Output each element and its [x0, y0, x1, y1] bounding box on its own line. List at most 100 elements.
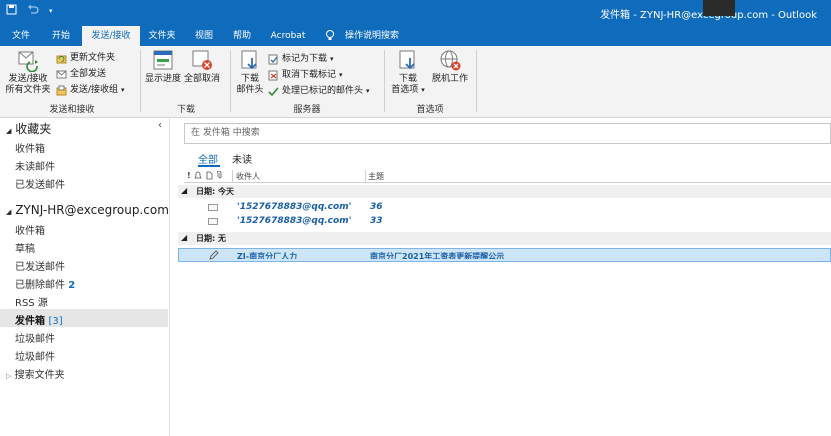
table-row[interactable]: '1527678883@qq.com' 36: [178, 200, 831, 214]
work-offline-button[interactable]: 脱机工作: [430, 48, 470, 85]
folder-rss[interactable]: RSS 源: [15, 294, 48, 309]
tab-file[interactable]: 文件: [4, 26, 38, 46]
mark-download-icon: [268, 54, 279, 65]
folder-drafts[interactable]: 草稿: [15, 240, 35, 255]
folder-outbox[interactable]: 发件箱 [3]: [15, 312, 63, 327]
reminder-column-icon[interactable]: [194, 171, 202, 182]
selected-table-row[interactable]: ZJ-南京分厂人力 南京分厂2021年工资表更新提醒公示: [178, 248, 831, 262]
folder-deleted-label: 已删除邮件: [15, 280, 65, 291]
folder-deleted[interactable]: 已删除邮件 2: [15, 276, 75, 291]
recipient-column-header[interactable]: 收件人: [236, 171, 260, 182]
mark-to-download-button[interactable]: 标记为下载 ▾: [268, 52, 334, 66]
title-bar: ▾ 发件箱 - ZYNJ-HR@excegroup.com - Outlook: [0, 0, 831, 26]
subject-column-header[interactable]: 主题: [368, 171, 384, 182]
work-offline-label: 脱机工作: [431, 74, 468, 84]
send-receive-groups-icon: [56, 85, 67, 96]
folder-sent[interactable]: 已发送邮件: [15, 258, 65, 273]
message-recipient: '1527678883@qq.com': [237, 216, 352, 226]
column-header-row: ! 收件人 主题: [184, 170, 831, 183]
favorites-header[interactable]: ◢ 收藏夹: [6, 120, 51, 137]
account-label: ZYNJ-HR@excegroup.com: [15, 203, 169, 217]
fav-sent[interactable]: 已发送邮件: [15, 176, 65, 191]
chevron-down-icon: ◢: [6, 127, 12, 135]
column-separator[interactable]: [232, 170, 233, 183]
folder-pane: ‹ ◢ 收藏夹 收件箱 未读邮件 已发送邮件 ◢ ZYNJ-HR@excegro…: [0, 118, 170, 436]
tab-acrobat[interactable]: Acrobat: [262, 26, 314, 46]
folder-search-folders[interactable]: ▷ 搜索文件夹: [6, 366, 65, 381]
tab-folder[interactable]: 文件夹: [142, 26, 182, 46]
show-progress-button[interactable]: 显示进度: [144, 48, 182, 85]
download-preferences-button[interactable]: 下载 首选项 ▾: [388, 48, 428, 96]
filter-active-indicator: [198, 165, 220, 167]
send-all-button[interactable]: 全部发送: [56, 67, 106, 81]
tab-view[interactable]: 视图: [188, 26, 220, 46]
ribbon-separator: [384, 50, 385, 112]
chevron-down-icon: ▾: [121, 86, 125, 94]
update-folder-icon: [56, 53, 67, 64]
download-headers-button[interactable]: 下载 邮件头: [234, 48, 266, 96]
folder-junk[interactable]: 垃圾邮件: [15, 330, 55, 345]
show-progress-label: 显示进度: [144, 74, 181, 84]
search-input[interactable]: 在 发件箱 中搜索: [184, 123, 831, 144]
ribbon-separator: [140, 50, 141, 112]
group-today-label: 日期: 今天: [196, 187, 234, 196]
process-marked-headers-button[interactable]: 处理已标记的邮件头 ▾: [268, 84, 370, 98]
tell-me-search[interactable]: 操作说明搜索: [340, 26, 404, 46]
chevron-down-icon: ▾: [421, 86, 425, 94]
globe-offline-icon: [438, 48, 462, 72]
mark-download-label: 标记为下载: [282, 54, 328, 64]
chevron-down-icon: ▾: [366, 87, 370, 95]
importance-column-header[interactable]: !: [187, 171, 191, 180]
favorites-label: 收藏夹: [15, 122, 52, 136]
send-receive-group-label: 发送和接收: [49, 105, 95, 115]
process-marked-icon: [268, 86, 279, 97]
update-folder-button[interactable]: 更新文件夹: [56, 51, 115, 65]
quick-access-toolbar: ▾: [6, 4, 53, 18]
fav-unread[interactable]: 未读邮件: [15, 158, 55, 173]
unmark-download-button[interactable]: 取消下载标记 ▾: [268, 68, 343, 82]
column-separator[interactable]: [365, 170, 366, 183]
envelope-icon: [208, 218, 218, 225]
collapse-pane-icon[interactable]: ‹: [158, 120, 162, 131]
send-receive-all-icon: [16, 48, 40, 73]
undo-icon[interactable]: [27, 4, 39, 18]
unmark-download-label: 取消下载标记: [282, 70, 337, 80]
group-none-label: 日期: 无: [196, 234, 226, 243]
chevron-down-icon: ◢: [181, 186, 188, 195]
show-progress-icon: [151, 48, 175, 72]
send-receive-all-button[interactable]: 发送/接收 所有文件夹: [4, 48, 52, 96]
attachment-column-icon[interactable]: [216, 170, 223, 182]
send-receive-groups-button[interactable]: 发送/接收组 ▾: [56, 83, 125, 97]
fav-inbox[interactable]: 收件箱: [15, 140, 45, 155]
save-icon[interactable]: [6, 4, 17, 18]
customize-qat-icon[interactable]: ▾: [49, 7, 53, 15]
chevron-right-icon: ▷: [6, 372, 12, 380]
preferences-group-label: 首选项: [416, 105, 444, 115]
folder-junk-2[interactable]: 垃圾邮件: [15, 348, 55, 363]
group-header-none[interactable]: ◢ 日期: 无: [178, 232, 831, 245]
download-preferences-label: 下载 首选项: [391, 74, 419, 95]
account-header[interactable]: ◢ ZYNJ-HR@excegroup.com: [6, 203, 169, 217]
unmark-download-icon: [268, 70, 279, 81]
tab-home[interactable]: 开始: [42, 26, 80, 46]
cancel-all-icon: [190, 48, 214, 72]
folder-outbox-label: 发件箱: [15, 316, 45, 327]
download-headers-label: 下载 邮件头: [236, 74, 264, 95]
filter-all[interactable]: 全部: [198, 151, 218, 166]
tab-send-receive[interactable]: 发送/接收: [82, 26, 140, 46]
tab-help[interactable]: 帮助: [224, 26, 260, 46]
table-row[interactable]: '1527678883@qq.com' 33: [178, 214, 831, 228]
icon-column-header[interactable]: [206, 171, 213, 182]
filter-unread[interactable]: 未读: [232, 151, 252, 166]
ribbon-tab-row: 文件 开始 发送/接收 文件夹 视图 帮助 Acrobat 操作说明搜索: [0, 26, 831, 46]
folder-inbox[interactable]: 收件箱: [15, 222, 45, 237]
ribbon-separator: [476, 50, 477, 112]
message-recipient: '1527678883@qq.com': [237, 202, 352, 212]
cancel-all-button[interactable]: 全部取消: [184, 48, 220, 85]
download-preferences-icon: [396, 48, 420, 72]
chevron-down-icon: ▾: [339, 71, 343, 79]
chevron-down-icon: ◢: [181, 233, 188, 242]
draft-pencil-icon: [209, 250, 219, 263]
message-subject: 33: [370, 216, 383, 226]
group-header-today[interactable]: ◢ 日期: 今天: [178, 185, 831, 198]
